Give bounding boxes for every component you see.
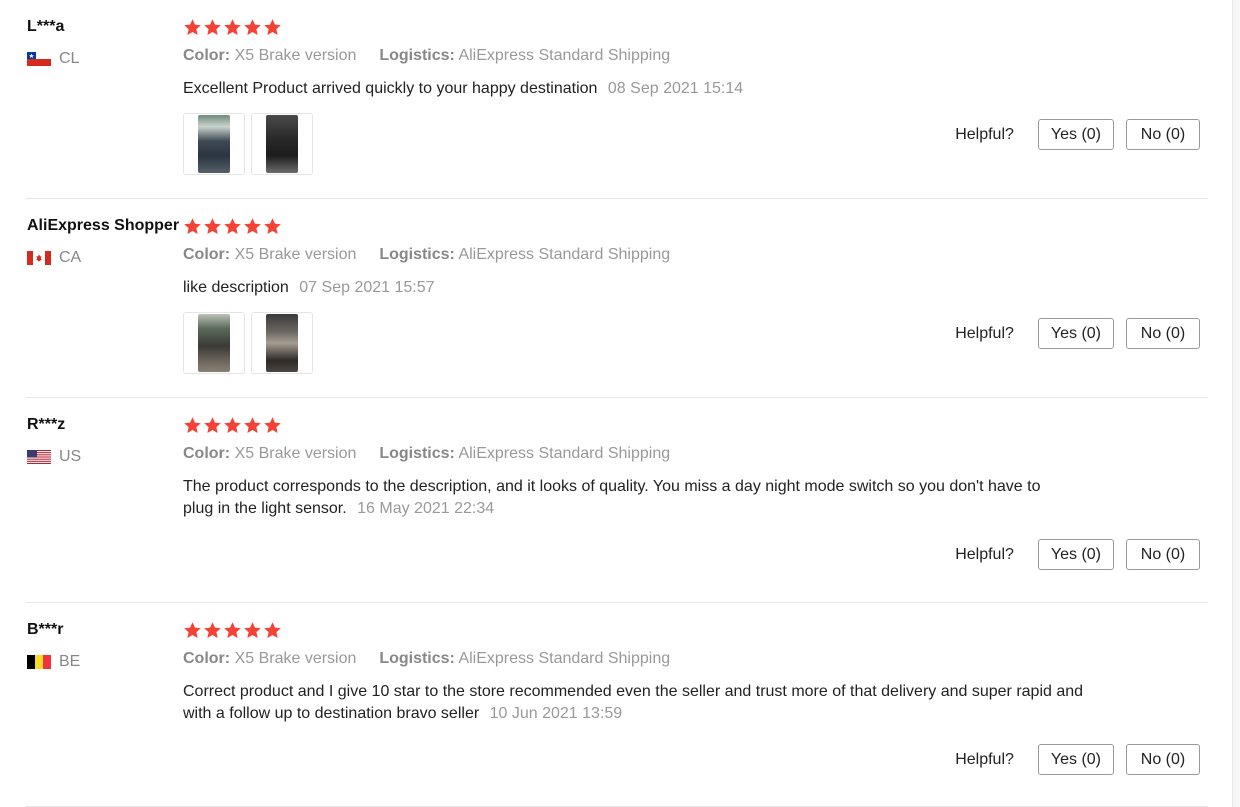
belgium-flag-icon xyxy=(27,655,51,669)
reviewer-country: BE xyxy=(27,653,80,671)
review-photos xyxy=(183,113,313,175)
color-value: X5 Brake version xyxy=(234,246,357,263)
review-item: B***r BE Color: X5 Brake version Logisti… xyxy=(26,603,1208,807)
star-icon xyxy=(264,417,281,434)
reviewer-name: L***a xyxy=(27,18,65,35)
helpful-controls: Helpful? Yes (0) No (0) xyxy=(955,744,1200,775)
star-icon xyxy=(244,218,261,235)
star-rating xyxy=(183,416,282,435)
review-photo-thumbnail[interactable] xyxy=(183,312,245,374)
star-icon xyxy=(184,622,201,639)
logistics-key: Logistics: xyxy=(379,47,455,64)
review-meta: Color: X5 Brake version Logistics: AliEx… xyxy=(183,47,670,65)
review-body: Excellent Product arrived quickly to you… xyxy=(183,80,598,97)
review-photo-thumbnail[interactable] xyxy=(183,113,245,175)
review-date: 08 Sep 2021 15:14 xyxy=(607,80,744,97)
review-date: 07 Sep 2021 15:57 xyxy=(299,279,435,296)
star-icon xyxy=(204,417,221,434)
star-rating xyxy=(183,621,282,640)
review-photos xyxy=(183,312,313,374)
review-text: Excellent Product arrived quickly to you… xyxy=(183,78,1083,100)
review-text: like description 07 Sep 2021 15:57 xyxy=(183,277,1083,299)
star-icon xyxy=(244,622,261,639)
logistics-key: Logistics: xyxy=(379,246,455,263)
review-text: The product corresponds to the descripti… xyxy=(183,476,1063,520)
review-body: The product corresponds to the descripti… xyxy=(183,478,1041,517)
country-code: CA xyxy=(59,249,82,266)
star-icon xyxy=(184,19,201,36)
helpful-yes-button[interactable]: Yes (0) xyxy=(1037,744,1114,775)
helpful-yes-button[interactable]: Yes (0) xyxy=(1037,119,1114,150)
star-icon xyxy=(204,622,221,639)
color-value: X5 Brake version xyxy=(234,650,357,667)
review-item: AliExpress Shopper CA Color: X5 Brake ve… xyxy=(26,199,1208,398)
star-icon xyxy=(184,218,201,235)
star-icon xyxy=(224,19,241,36)
helpful-label: Helpful? xyxy=(955,324,1014,342)
helpful-label: Helpful? xyxy=(955,750,1014,768)
logistics-value: AliExpress Standard Shipping xyxy=(458,246,671,263)
logistics-key: Logistics: xyxy=(379,445,455,462)
helpful-no-button[interactable]: No (0) xyxy=(1126,539,1200,570)
canada-flag-icon xyxy=(27,251,51,265)
reviewer-country: US xyxy=(27,448,81,466)
reviews-panel: L***a CL Color: X5 Brake version Logisti… xyxy=(0,0,1233,807)
country-code: CL xyxy=(59,50,80,67)
star-icon xyxy=(184,417,201,434)
color-key: Color: xyxy=(183,650,231,667)
review-meta: Color: X5 Brake version Logistics: AliEx… xyxy=(183,246,670,264)
star-icon xyxy=(264,622,281,639)
helpful-controls: Helpful? Yes (0) No (0) xyxy=(955,318,1200,349)
country-code: US xyxy=(59,448,82,465)
reviewer-name: B***r xyxy=(27,621,64,638)
star-rating xyxy=(183,18,282,37)
review-photo-thumbnail[interactable] xyxy=(251,312,313,374)
color-key: Color: xyxy=(183,47,231,64)
helpful-label: Helpful? xyxy=(955,545,1014,563)
color-key: Color: xyxy=(183,246,231,263)
reviewer-name: R***z xyxy=(27,416,66,433)
reviewer-country: CA xyxy=(27,249,81,267)
logistics-value: AliExpress Standard Shipping xyxy=(458,650,671,667)
helpful-controls: Helpful? Yes (0) No (0) xyxy=(955,539,1200,570)
chile-flag-icon xyxy=(27,52,51,66)
star-icon xyxy=(244,19,261,36)
star-icon xyxy=(244,417,261,434)
review-body: Correct product and I give 10 star to th… xyxy=(183,683,1084,722)
review-item: L***a CL Color: X5 Brake version Logisti… xyxy=(26,0,1208,199)
star-icon xyxy=(204,19,221,36)
helpful-no-button[interactable]: No (0) xyxy=(1126,744,1200,775)
color-value: X5 Brake version xyxy=(234,445,357,462)
color-value: X5 Brake version xyxy=(234,47,357,64)
star-icon xyxy=(224,622,241,639)
star-icon xyxy=(264,19,281,36)
review-date: 10 Jun 2021 13:59 xyxy=(489,705,623,722)
logistics-value: AliExpress Standard Shipping xyxy=(458,445,671,462)
color-key: Color: xyxy=(183,445,231,462)
star-icon xyxy=(264,218,281,235)
star-icon xyxy=(224,417,241,434)
country-code: BE xyxy=(59,653,81,670)
helpful-yes-button[interactable]: Yes (0) xyxy=(1037,539,1114,570)
review-date: 16 May 2021 22:34 xyxy=(357,500,495,517)
helpful-controls: Helpful? Yes (0) No (0) xyxy=(955,119,1200,150)
star-icon xyxy=(204,218,221,235)
usa-flag-icon xyxy=(27,450,51,464)
helpful-label: Helpful? xyxy=(955,125,1014,143)
logistics-value: AliExpress Standard Shipping xyxy=(458,47,671,64)
reviewer-name: AliExpress Shopper xyxy=(27,217,180,234)
helpful-yes-button[interactable]: Yes (0) xyxy=(1037,318,1114,349)
review-item: R***z US Color: X5 Brake version Logisti… xyxy=(26,398,1208,603)
star-rating xyxy=(183,217,282,236)
review-photo-thumbnail[interactable] xyxy=(251,113,313,175)
logistics-key: Logistics: xyxy=(379,650,455,667)
review-meta: Color: X5 Brake version Logistics: AliEx… xyxy=(183,445,670,463)
helpful-no-button[interactable]: No (0) xyxy=(1126,119,1200,150)
helpful-no-button[interactable]: No (0) xyxy=(1126,318,1200,349)
star-icon xyxy=(224,218,241,235)
reviewer-country: CL xyxy=(27,50,79,68)
review-body: like description xyxy=(183,279,289,296)
review-meta: Color: X5 Brake version Logistics: AliEx… xyxy=(183,650,670,668)
review-text: Correct product and I give 10 star to th… xyxy=(183,681,1093,725)
